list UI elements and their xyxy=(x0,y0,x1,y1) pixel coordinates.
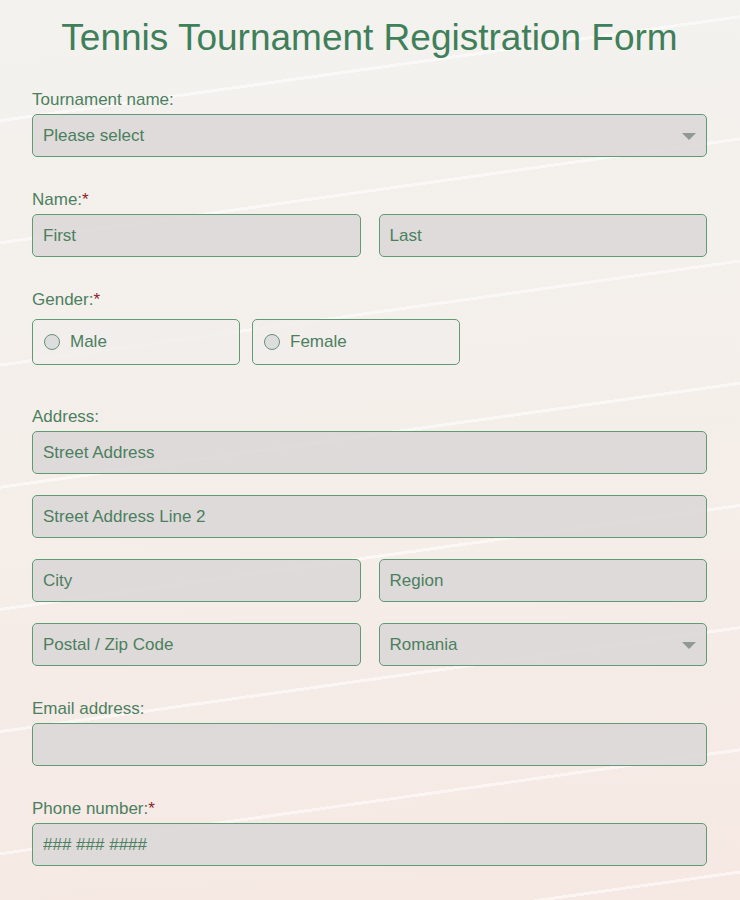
label-text: Gender: xyxy=(32,290,93,309)
registration-form: Tennis Tournament Registration Form Tourn… xyxy=(0,0,740,866)
gender-option[interactable]: Female xyxy=(252,319,460,365)
option-label: Female xyxy=(290,332,347,352)
label-text: Name: xyxy=(32,190,82,209)
dropdown-arrow-icon xyxy=(682,641,696,649)
required-marker: * xyxy=(82,190,89,209)
dropdown-arrow-icon xyxy=(682,132,696,140)
field-label: Tournament name: xyxy=(32,90,707,110)
tournament-field: Tournament name: Please select xyxy=(32,90,707,157)
field-label: Email address: xyxy=(32,699,707,719)
postal-row: Romania xyxy=(32,623,707,666)
street2-input[interactable] xyxy=(32,495,707,538)
email-field: Email address: xyxy=(32,699,707,766)
email-input[interactable] xyxy=(32,723,707,766)
address-field: Address: Romania xyxy=(32,407,707,666)
label-text: Phone number: xyxy=(32,799,148,818)
label-text: Email address: xyxy=(32,699,144,718)
address-fields: Romania xyxy=(32,431,707,666)
radio-button[interactable] xyxy=(264,334,280,350)
label-text: Tournament name: xyxy=(32,90,174,109)
phone-field: Phone number:* xyxy=(32,799,707,866)
region-input[interactable] xyxy=(379,559,708,602)
form-title: Tennis Tournament Registration Form xyxy=(32,14,707,62)
name-row xyxy=(32,214,707,257)
select-value: Please select xyxy=(43,126,144,146)
gender-options: Male Female xyxy=(32,319,707,365)
select-value: Romania xyxy=(390,635,458,655)
field-label: Phone number:* xyxy=(32,799,707,819)
option-label: Male xyxy=(70,332,107,352)
phone-input[interactable] xyxy=(32,823,707,866)
field-label: Name:* xyxy=(32,190,707,210)
field-label: Gender:* xyxy=(32,290,707,310)
last-name-input[interactable] xyxy=(379,214,708,257)
first-name-input[interactable] xyxy=(32,214,361,257)
required-marker: * xyxy=(148,799,155,818)
name-field: Name:* xyxy=(32,190,707,257)
gender-field: Gender:* Male Female xyxy=(32,290,707,365)
field-label: Address: xyxy=(32,407,707,427)
label-text: Address: xyxy=(32,407,99,426)
gender-option[interactable]: Male xyxy=(32,319,240,365)
postal-input[interactable] xyxy=(32,623,361,666)
city-row xyxy=(32,559,707,602)
radio-button[interactable] xyxy=(44,334,60,350)
city-input[interactable] xyxy=(32,559,361,602)
tournament-select[interactable]: Please select xyxy=(32,114,707,157)
country-select[interactable]: Romania xyxy=(379,623,708,666)
street-input[interactable] xyxy=(32,431,707,474)
required-marker: * xyxy=(93,290,100,309)
